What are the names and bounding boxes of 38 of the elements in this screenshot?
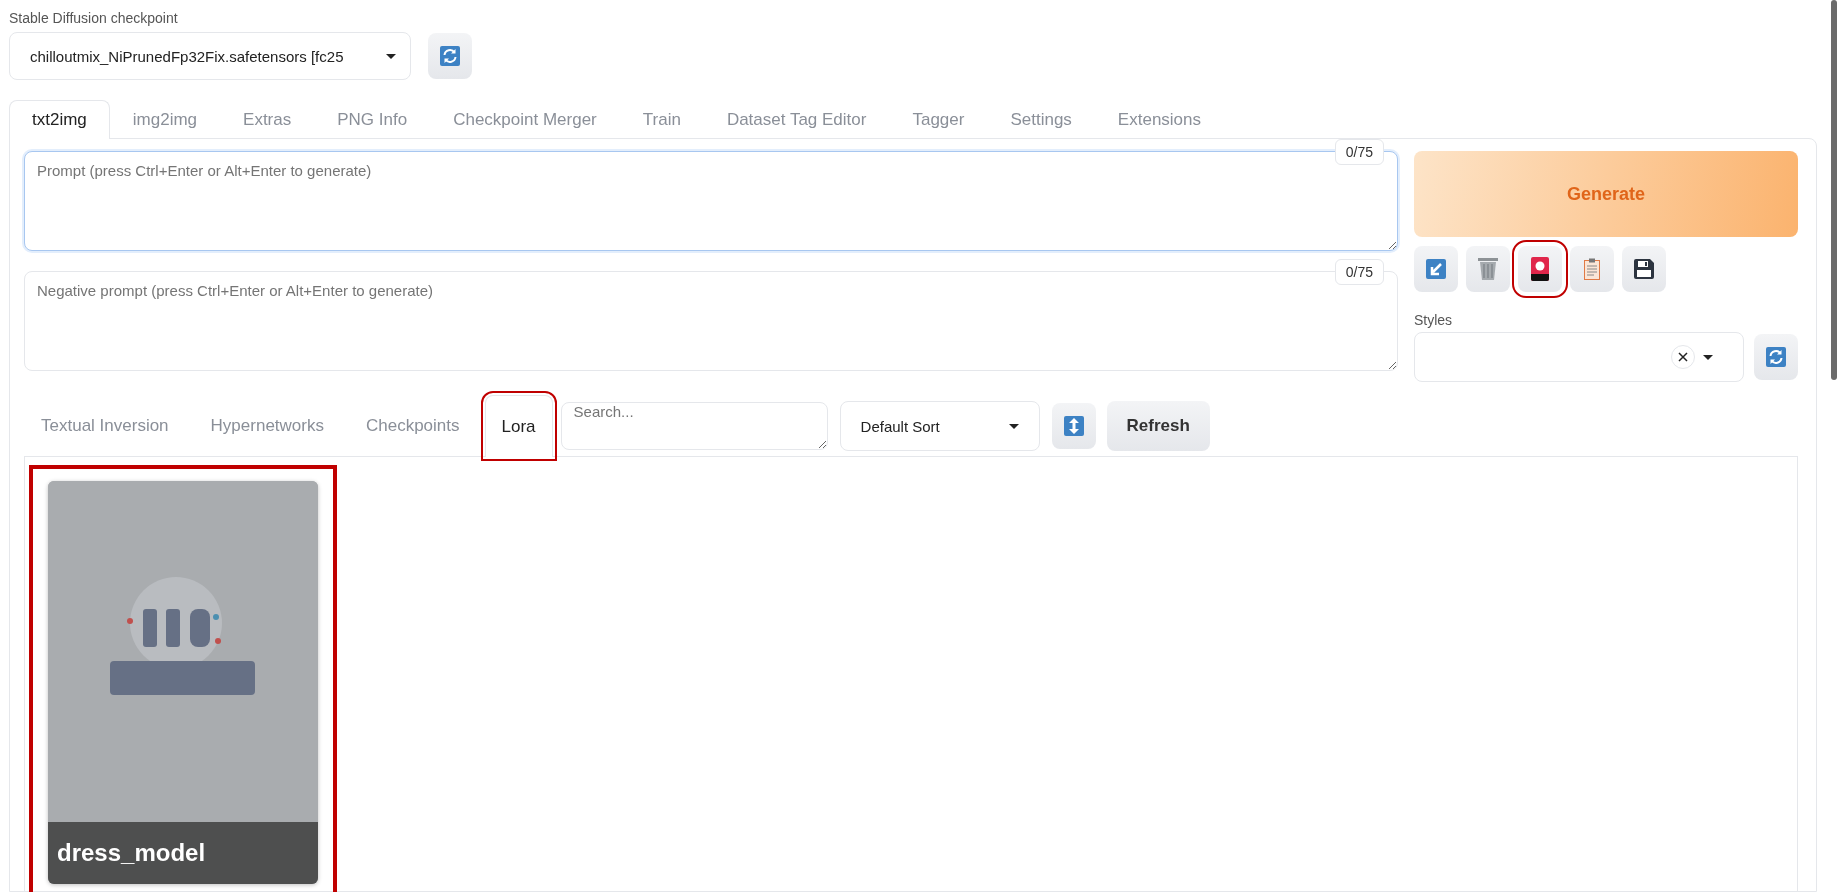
tab[interactable]: Extras [220, 100, 315, 138]
card-icon [1531, 257, 1549, 281]
tab[interactable]: Settings [987, 100, 1095, 138]
tab[interactable]: txt2img [9, 100, 110, 139]
tab[interactable]: PNG Info [314, 100, 431, 138]
sort-dropdown[interactable]: Default Sort [839, 401, 1040, 451]
scrollbar[interactable] [1831, 0, 1837, 380]
refresh-icon [1766, 347, 1786, 367]
refresh-button[interactable]: Refresh [1106, 401, 1210, 451]
tool-button[interactable] [1622, 246, 1666, 292]
field-label: Stable Diffusion checkpoint [9, 10, 179, 26]
search-field[interactable]: Search... [560, 402, 828, 450]
tab[interactable]: Checkpoints [348, 394, 477, 456]
save-icon [1634, 259, 1654, 279]
tab[interactable]: Extensions [1094, 100, 1225, 138]
generate-button[interactable]: Generate [1414, 151, 1798, 237]
token-counter: 0/75 [1334, 139, 1384, 165]
card-title: dress_model [48, 822, 318, 884]
tab[interactable]: Train [619, 100, 704, 138]
token-counter: 0/75 [1334, 259, 1384, 285]
caret-icon [386, 53, 396, 59]
tab[interactable]: Dataset Tag Editor [703, 100, 890, 138]
tab[interactable]: Tagger [889, 100, 988, 138]
caret-icon [1703, 354, 1713, 360]
refresh-icon [440, 46, 460, 66]
tab[interactable]: Hypernetworks [193, 394, 341, 456]
refresh-button[interactable] [428, 33, 472, 79]
refresh-button[interactable] [1754, 334, 1798, 380]
field-label: Styles [1414, 312, 1454, 328]
model-card[interactable]: dress_model [48, 481, 318, 884]
tab[interactable]: img2img [109, 100, 221, 138]
trash-icon [1478, 258, 1498, 280]
checkpoint-dropdown[interactable]: chilloutmix_NiPrunedFp32Fix.safetensors [fc25 [9, 32, 411, 80]
tab[interactable]: Checkpoint Merger [430, 100, 620, 138]
caret-icon [1008, 423, 1019, 429]
expand-button[interactable] [1051, 403, 1096, 449]
clipboard-icon [1584, 258, 1600, 280]
tab[interactable]: Textual Inversion [24, 394, 186, 456]
